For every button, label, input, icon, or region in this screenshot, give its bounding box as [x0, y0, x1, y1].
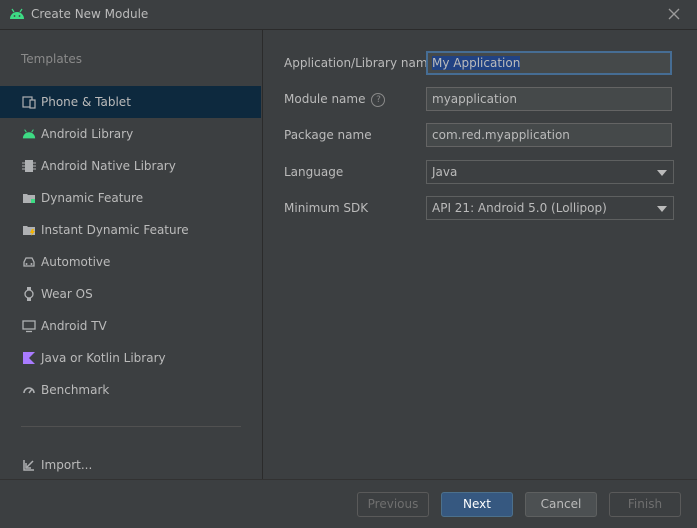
- sidebar-divider: [21, 426, 241, 427]
- sidebar-item-phone-tablet[interactable]: Phone & Tablet: [0, 86, 261, 118]
- next-button[interactable]: Next: [441, 492, 513, 517]
- templates-heading: Templates: [21, 52, 83, 66]
- templates-sidebar: Templates Phone & Tablet Android Library…: [0, 30, 263, 479]
- native-library-icon: [22, 159, 36, 173]
- sidebar-item-label: Android Library: [41, 127, 134, 141]
- folder-icon: [22, 191, 36, 205]
- module-form: Application/Library name My Application …: [263, 30, 697, 479]
- kotlin-icon: [22, 351, 36, 365]
- watch-icon: [22, 287, 36, 301]
- sidebar-item-wear-os[interactable]: Wear OS: [0, 278, 261, 310]
- close-icon[interactable]: [667, 7, 681, 21]
- finish-button[interactable]: Finish: [609, 492, 681, 517]
- app-name-label: Application/Library name: [284, 56, 435, 70]
- package-name-input[interactable]: com.red.myapplication: [426, 123, 672, 147]
- android-icon: [22, 127, 36, 141]
- module-name-input[interactable]: myapplication: [426, 87, 672, 111]
- sidebar-item-automotive[interactable]: Automotive: [0, 246, 261, 278]
- sidebar-item-android-library[interactable]: Android Library: [0, 118, 261, 150]
- sidebar-item-label: Android Native Library: [41, 159, 176, 173]
- dialog-footer: Previous Next Cancel Finish: [0, 479, 697, 528]
- sidebar-item-label: Android TV: [41, 319, 107, 333]
- folder-bolt-icon: [22, 223, 36, 237]
- sidebar-item-label: Wear OS: [41, 287, 93, 301]
- sidebar-item-label: Dynamic Feature: [41, 191, 144, 205]
- language-dropdown[interactable]: Java: [426, 160, 674, 184]
- sidebar-item-label: Benchmark: [41, 383, 110, 397]
- sidebar-item-benchmark[interactable]: Benchmark: [0, 374, 261, 406]
- cancel-button[interactable]: Cancel: [525, 492, 597, 517]
- gauge-icon: [22, 383, 36, 397]
- chevron-down-icon: [657, 206, 667, 212]
- help-icon[interactable]: ?: [371, 92, 386, 107]
- phone-tablet-icon: [22, 95, 36, 109]
- sidebar-item-instant-dynamic-feature[interactable]: Instant Dynamic Feature: [0, 214, 261, 246]
- min-sdk-label: Minimum SDK: [284, 201, 369, 215]
- app-name-input[interactable]: My Application: [426, 51, 672, 75]
- min-sdk-dropdown[interactable]: API 21: Android 5.0 (Lollipop): [426, 196, 674, 220]
- title-bar: Create New Module: [0, 0, 697, 30]
- sidebar-item-label: Phone & Tablet: [41, 95, 131, 109]
- sidebar-item-android-native-library[interactable]: Android Native Library: [0, 150, 261, 182]
- tv-icon: [22, 319, 36, 333]
- language-value: Java: [432, 165, 458, 179]
- chevron-down-icon: [657, 170, 667, 176]
- package-name-label: Package name: [284, 128, 372, 142]
- sidebar-item-java-kotlin-library[interactable]: Java or Kotlin Library: [0, 342, 261, 374]
- sidebar-item-label: Instant Dynamic Feature: [41, 223, 189, 237]
- module-name-label: Module name?: [284, 92, 386, 107]
- sidebar-item-label: Java or Kotlin Library: [41, 351, 166, 365]
- language-label: Language: [284, 165, 344, 179]
- import-link[interactable]: Import...: [0, 449, 200, 481]
- app-name-value: My Application: [432, 56, 521, 70]
- previous-button[interactable]: Previous: [357, 492, 429, 517]
- import-icon: [22, 458, 36, 472]
- android-icon: [10, 8, 24, 19]
- import-label: Import...: [41, 458, 93, 472]
- min-sdk-value: API 21: Android 5.0 (Lollipop): [432, 201, 607, 215]
- car-icon: [22, 255, 36, 269]
- sidebar-item-label: Automotive: [41, 255, 111, 269]
- sidebar-item-android-tv[interactable]: Android TV: [0, 310, 261, 342]
- window-title: Create New Module: [31, 7, 149, 21]
- sidebar-item-dynamic-feature[interactable]: Dynamic Feature: [0, 182, 261, 214]
- module-name-label-text: Module name: [284, 92, 366, 106]
